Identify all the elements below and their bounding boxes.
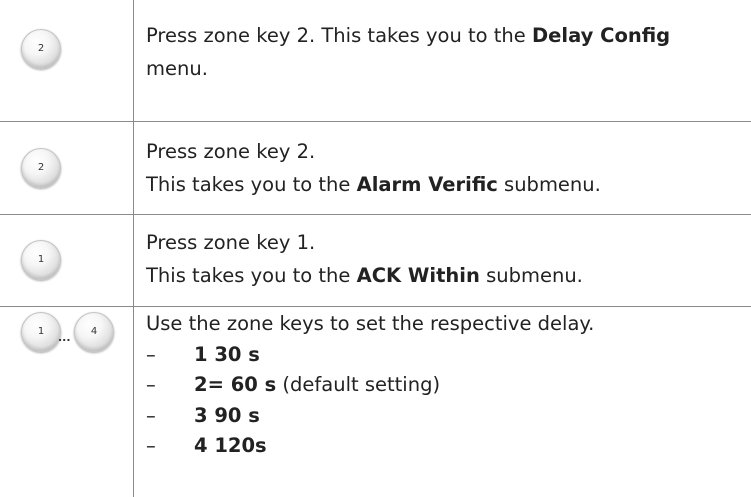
- zone-key-1-button: 1: [21, 240, 61, 280]
- step-text: Press zone key 1. This takes you to the …: [146, 226, 746, 292]
- delay-option: – 1 30 s: [146, 340, 746, 371]
- key-cell: 1: [0, 214, 133, 306]
- key-range-ellipsis: ...: [58, 331, 71, 344]
- step-text-plain: This takes you to the: [146, 173, 357, 196]
- zone-key-2-button: 2: [21, 29, 61, 69]
- zone-key-label: 1: [37, 254, 45, 265]
- zone-key-label: 4: [90, 326, 98, 337]
- submenu-name: Alarm Verific: [356, 173, 498, 196]
- list-dash: –: [146, 342, 156, 366]
- step-text: Press zone key 2. This takes you to the …: [146, 19, 746, 85]
- delay-option: – 2= 60 s (default setting): [146, 370, 746, 401]
- key-cell: 2: [0, 121, 133, 214]
- zone-key-1-button: 1: [21, 312, 61, 352]
- zone-key-label: 1: [37, 326, 45, 337]
- zone-key-label: 2: [37, 43, 45, 54]
- step-line: Use the zone keys to set the respective …: [146, 312, 595, 335]
- list-dash: –: [146, 373, 156, 396]
- step-text-plain: This takes you to the: [146, 264, 357, 287]
- zone-key-2-button: 2: [21, 148, 61, 188]
- list-dash: –: [146, 434, 156, 457]
- delay-option: – 4 120s: [146, 431, 746, 462]
- step-row-4: 1 ... 4 Use the zone keys to set the res…: [0, 306, 751, 497]
- delay-value: 1 30 s: [194, 342, 260, 366]
- key-cell: 2: [0, 0, 133, 121]
- submenu-name: ACK Within: [356, 264, 480, 287]
- delay-note: (default setting): [276, 373, 441, 396]
- step-text-plain: submenu.: [479, 264, 583, 287]
- delay-value: 4 120s: [194, 434, 267, 457]
- menu-name: Delay Config: [531, 24, 671, 47]
- list-dash: –: [146, 403, 156, 427]
- delay-value: 3 90 s: [194, 403, 260, 427]
- step-line: This takes you to the ACK Within submenu…: [146, 259, 746, 292]
- step-row-3: 1 Press zone key 1. This takes you to th…: [0, 214, 751, 306]
- step-line: Press zone key 1.: [146, 231, 316, 254]
- zone-key-label: 2: [37, 162, 45, 173]
- zone-key-4-button: 4: [74, 312, 114, 352]
- delay-option: – 3 90 s: [146, 401, 746, 432]
- step-line: Press zone key 2. This takes you to the …: [146, 19, 746, 52]
- step-text: Use the zone keys to set the respective …: [146, 309, 746, 462]
- step-text-plain: Press zone key 2. This takes you to the: [146, 24, 532, 47]
- step-row-1: 2 Press zone key 2. This takes you to th…: [0, 0, 751, 121]
- step-text: Press zone key 2. This takes you to the …: [146, 135, 746, 201]
- key-cell: 1 ... 4: [0, 306, 133, 497]
- step-line: Press zone key 2.: [146, 140, 316, 163]
- delay-value: 2= 60 s: [194, 373, 277, 396]
- step-row-2: 2 Press zone key 2. This takes you to th…: [0, 121, 751, 214]
- step-line: This takes you to the Alarm Verific subm…: [146, 168, 746, 201]
- step-text-plain: submenu.: [497, 173, 601, 196]
- step-line: menu.: [146, 57, 208, 80]
- instruction-table: 2 Press zone key 2. This takes you to th…: [0, 0, 751, 497]
